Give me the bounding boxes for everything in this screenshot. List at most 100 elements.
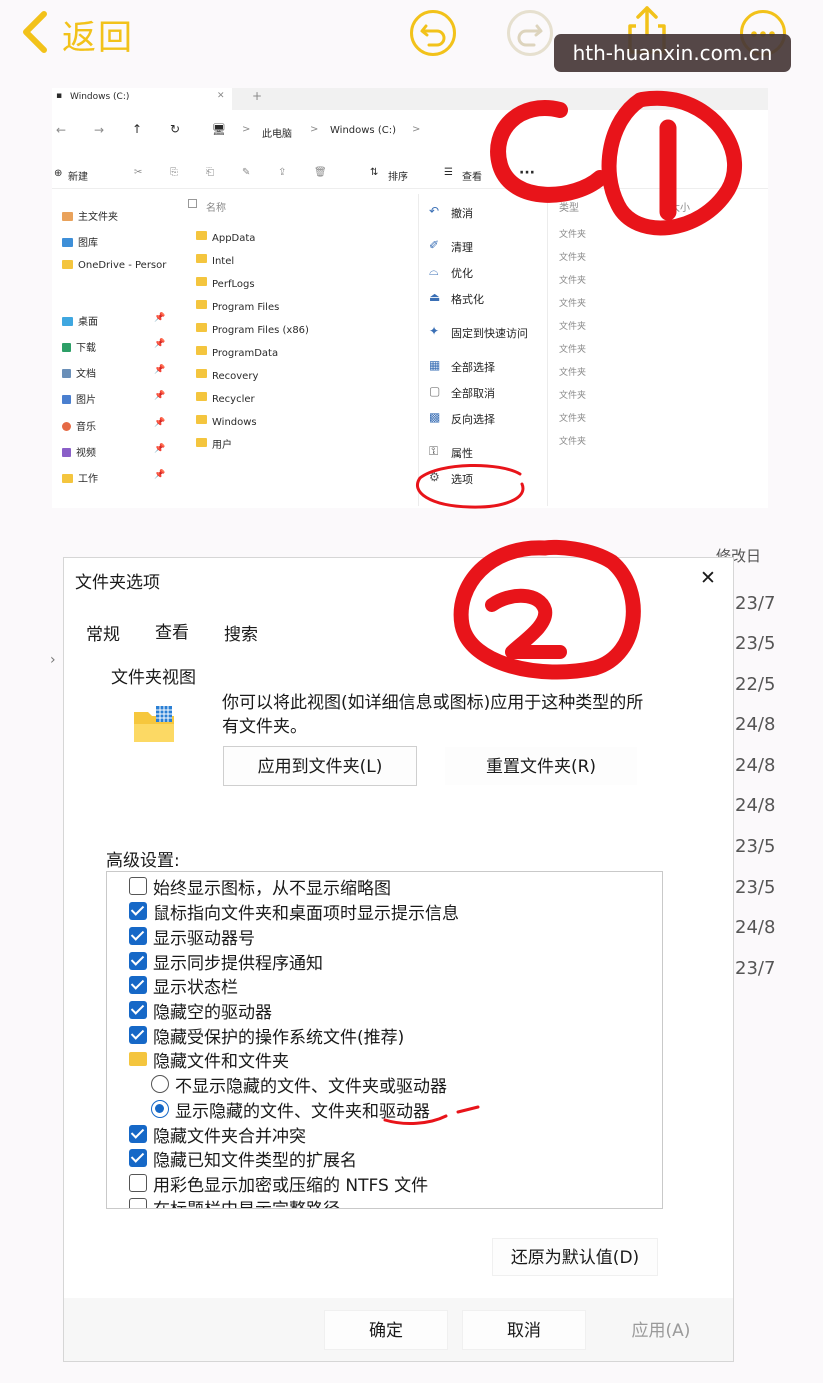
checkbox-checked[interactable] bbox=[129, 1001, 147, 1019]
table-row[interactable]: PerfLogs bbox=[196, 272, 255, 291]
tab-general[interactable]: 常规 bbox=[86, 620, 120, 645]
menu-item-options[interactable]: 选项 bbox=[451, 471, 473, 487]
checkbox[interactable] bbox=[129, 1198, 147, 1208]
radio-button-selected[interactable] bbox=[151, 1100, 169, 1118]
list-item[interactable]: 不显示隐藏的文件、文件夹或驱动器 bbox=[151, 1072, 447, 1097]
list-item[interactable]: 显示驱动器号 bbox=[129, 924, 255, 949]
table-row[interactable]: Intel bbox=[196, 249, 234, 268]
undo-button[interactable] bbox=[410, 10, 456, 56]
table-row[interactable]: Program Files bbox=[196, 295, 279, 314]
list-item[interactable]: 隐藏受保护的操作系统文件(推荐) bbox=[129, 1023, 404, 1048]
redo-button[interactable] bbox=[507, 10, 553, 56]
back-chevron-icon[interactable] bbox=[16, 10, 56, 54]
path-drive[interactable]: Windows (C:) bbox=[330, 125, 396, 136]
checkbox-checked[interactable] bbox=[129, 1149, 147, 1167]
list-item[interactable]: 隐藏文件夹合并冲突 bbox=[129, 1122, 306, 1147]
file-name: Program Files bbox=[212, 302, 280, 313]
table-row[interactable]: Recovery bbox=[196, 364, 258, 383]
list-item[interactable]: 用彩色显示加密或压缩的 NTFS 文件 bbox=[129, 1171, 428, 1196]
table-row[interactable]: Windows bbox=[196, 410, 257, 429]
menu-item-format[interactable]: 格式化 bbox=[451, 291, 484, 307]
file-type: 文件夹 bbox=[559, 322, 587, 332]
restore-defaults-button[interactable]: 还原为默认值(D) bbox=[492, 1238, 658, 1276]
menu-item-undo[interactable]: 撤消 bbox=[451, 205, 473, 221]
close-icon[interactable]: ✕ bbox=[700, 567, 716, 589]
share-icon[interactable]: ⇪ bbox=[278, 167, 286, 178]
path-this-pc[interactable]: 此电脑 bbox=[262, 125, 292, 140]
list-item[interactable]: 显示同步提供程序通知 bbox=[129, 949, 323, 974]
sidebar-item-gallery[interactable]: 图库 bbox=[78, 238, 98, 249]
list-item[interactable]: 鼠标指向文件夹和桌面项时显示提示信息 bbox=[129, 899, 459, 924]
refresh-button[interactable]: ↻ bbox=[170, 122, 180, 136]
column-header-size[interactable]: 大小 bbox=[670, 199, 690, 214]
new-button[interactable]: 新建 bbox=[68, 168, 88, 183]
nav-back-button[interactable]: ← bbox=[56, 123, 66, 137]
menu-item-pin-quick-access[interactable]: 固定到快速访问 bbox=[451, 325, 528, 341]
list-item[interactable]: 隐藏已知文件类型的扩展名 bbox=[129, 1146, 357, 1171]
checkbox-checked[interactable] bbox=[129, 927, 147, 945]
table-row[interactable]: AppData bbox=[196, 226, 255, 245]
sidebar-item-videos[interactable]: 视频 bbox=[76, 448, 96, 459]
tab-close-icon[interactable]: ✕ bbox=[217, 91, 225, 101]
sidebar-item-onedrive[interactable]: OneDrive - Persor bbox=[78, 260, 166, 271]
sidebar-item-work[interactable]: 工作 bbox=[78, 474, 98, 485]
new-tab-button[interactable]: + bbox=[252, 89, 262, 103]
apply-button[interactable]: 应用(A) bbox=[599, 1310, 723, 1350]
table-row[interactable]: Program Files (x86) bbox=[196, 318, 309, 337]
advanced-settings-list[interactable]: 始终显示图标，从不显示缩略图 鼠标指向文件夹和桌面项时显示提示信息 显示驱动器号… bbox=[106, 871, 663, 1209]
radio-button[interactable] bbox=[151, 1075, 169, 1093]
sidebar-item-home[interactable]: 主文件夹 bbox=[78, 212, 118, 223]
cancel-button[interactable]: 取消 bbox=[462, 1310, 586, 1350]
list-item[interactable]: 始终显示图标，从不显示缩略图 bbox=[129, 874, 391, 899]
checkbox[interactable] bbox=[129, 877, 147, 895]
sidebar-item-documents[interactable]: 文档 bbox=[76, 369, 96, 380]
sidebar-item-downloads[interactable]: 下载 bbox=[76, 343, 96, 354]
more-button[interactable]: ··· bbox=[519, 165, 535, 181]
rename-icon[interactable]: ✎ bbox=[242, 167, 250, 178]
list-item[interactable]: 显示隐藏的文件、文件夹和驱动器 bbox=[151, 1097, 430, 1122]
column-header-type[interactable]: 类型 bbox=[559, 199, 579, 214]
nav-up-button[interactable]: ↑ bbox=[132, 122, 142, 136]
list-item[interactable]: 显示状态栏 bbox=[129, 973, 238, 998]
menu-item-select-none[interactable]: 全部取消 bbox=[451, 385, 495, 401]
list-item[interactable]: 在标题栏中显示完整路径 bbox=[129, 1195, 340, 1208]
menu-item-cleanup[interactable]: 清理 bbox=[451, 239, 473, 255]
select-all-checkbox[interactable] bbox=[188, 199, 197, 208]
sidebar-item-music[interactable]: 音乐 bbox=[76, 422, 96, 433]
menu-item-select-all[interactable]: 全部选择 bbox=[451, 359, 495, 375]
copy-icon[interactable]: ⎘ bbox=[170, 167, 178, 178]
checkbox-checked[interactable] bbox=[129, 952, 147, 970]
reset-folders-button[interactable]: 重置文件夹(R) bbox=[444, 746, 638, 786]
apply-to-folders-button[interactable]: 应用到文件夹(L) bbox=[223, 746, 417, 786]
invert-selection-icon: ▩ bbox=[429, 410, 441, 424]
sidebar-item-pictures[interactable]: 图片 bbox=[76, 395, 96, 406]
background-date: 22/5 bbox=[735, 674, 776, 695]
menu-item-properties[interactable]: 属性 bbox=[451, 445, 473, 461]
back-button-label[interactable]: 返回 bbox=[62, 10, 134, 59]
tab-view[interactable]: 查看 bbox=[155, 618, 189, 643]
checkbox-checked[interactable] bbox=[129, 902, 147, 920]
ok-button[interactable]: 确定 bbox=[324, 1310, 448, 1350]
sidebar-item-desktop[interactable]: 桌面 bbox=[78, 317, 98, 328]
table-row[interactable]: Recycler bbox=[196, 387, 255, 406]
nav-forward-button[interactable]: → bbox=[94, 123, 104, 137]
table-row[interactable]: ProgramData bbox=[196, 341, 278, 360]
paste-icon[interactable]: ⎗ bbox=[206, 167, 214, 178]
cut-icon[interactable]: ✂ bbox=[134, 167, 142, 178]
delete-icon[interactable]: 🗑 bbox=[314, 167, 327, 178]
table-row[interactable]: 用户 bbox=[196, 433, 232, 452]
view-button[interactable]: 查看 bbox=[462, 168, 482, 183]
sidebar-expand-chevron-icon[interactable]: › bbox=[50, 652, 56, 668]
checkbox-checked[interactable] bbox=[129, 976, 147, 994]
checkbox[interactable] bbox=[129, 1174, 147, 1192]
menu-item-optimize[interactable]: 优化 bbox=[451, 265, 473, 281]
checkbox-checked[interactable] bbox=[129, 1125, 147, 1143]
column-header-name[interactable]: 名称 bbox=[206, 199, 226, 214]
checkbox-checked[interactable] bbox=[129, 1026, 147, 1044]
folder-icon bbox=[196, 438, 207, 447]
list-item[interactable]: 隐藏空的驱动器 bbox=[129, 998, 272, 1023]
tab-search[interactable]: 搜索 bbox=[224, 620, 258, 645]
select-all-icon: ▦ bbox=[429, 358, 441, 372]
menu-item-invert-selection[interactable]: 反向选择 bbox=[451, 411, 495, 427]
sort-button[interactable]: 排序 bbox=[388, 168, 408, 183]
